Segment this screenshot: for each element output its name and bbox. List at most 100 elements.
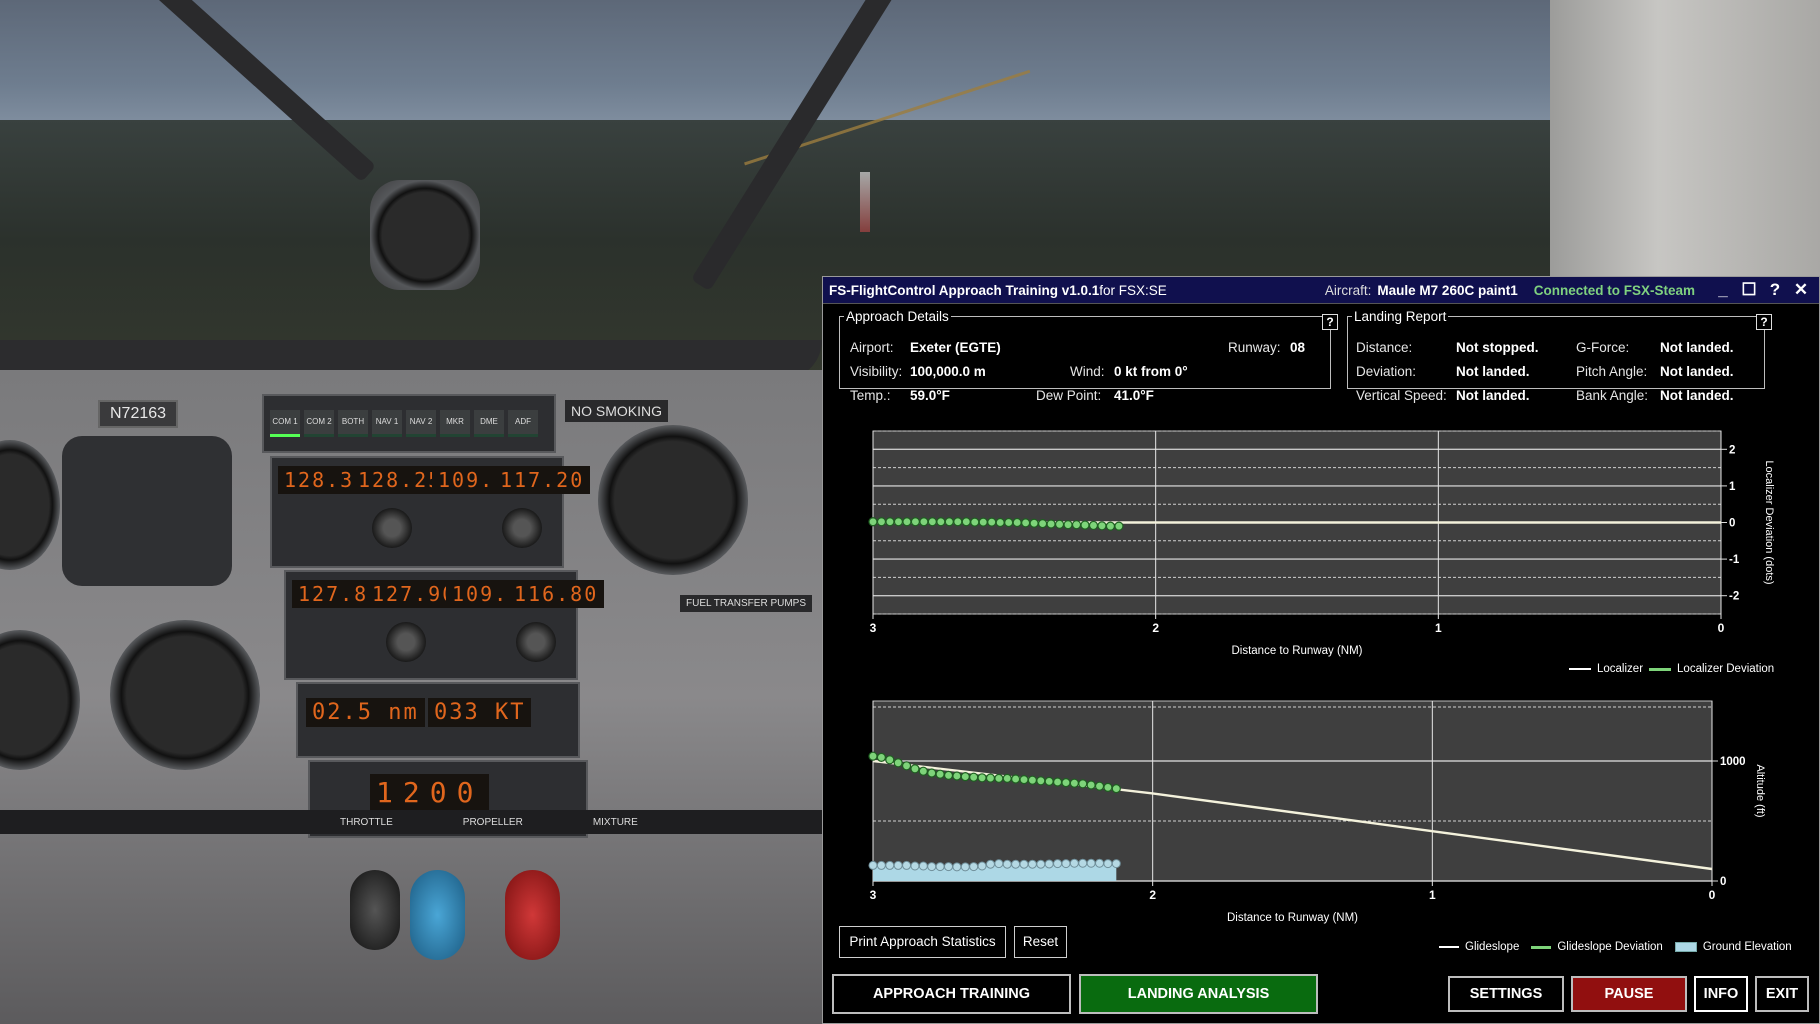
propeller-lever[interactable] — [410, 870, 465, 960]
landing-analysis-tab[interactable]: LANDING ANALYSIS — [1079, 974, 1318, 1014]
glideslope-deviation-legend-swatch — [1531, 945, 1552, 949]
cabin-pillar — [1550, 0, 1820, 300]
transponder-code: 1200 — [370, 774, 490, 811]
glideslope-deviation-point — [1002, 773, 1012, 783]
glideslope-deviation-point — [885, 755, 895, 765]
nav2-tuning-knob[interactable] — [516, 622, 556, 662]
ground-elevation-point — [1011, 859, 1021, 869]
localizer-deviation-legend-swatch — [1649, 667, 1672, 671]
glideslope-deviation-point — [1061, 778, 1071, 788]
audio-panel: COM 1 COM 2 BOTH NAV 1 NAV 2 MKR DME ADF — [262, 394, 556, 453]
ground-elevation-point — [977, 861, 987, 871]
audio-button-both[interactable]: BOTH — [338, 410, 368, 437]
ground-elevation-point — [1027, 859, 1037, 869]
mixture-lever[interactable] — [505, 870, 560, 960]
glideslope-deviation-point — [985, 773, 996, 783]
pause-button[interactable]: PAUSE — [1571, 976, 1687, 1012]
ground-elevation-point — [902, 860, 912, 870]
glideslope-deviation-point — [969, 772, 979, 782]
glideslope-deviation-point — [927, 768, 937, 778]
ground-elevation-point — [876, 860, 886, 870]
audio-button-nav-2[interactable]: NAV 2 — [406, 410, 436, 437]
glideslope-deviation-point — [1094, 781, 1105, 791]
glideslope-deviation-point — [977, 773, 987, 783]
ground-elevation-point — [1111, 859, 1121, 869]
glideslope-deviation-point — [910, 764, 920, 774]
ground-elevation-point — [1069, 858, 1079, 868]
glideslope-deviation-point — [1036, 776, 1046, 786]
audio-button-nav-1[interactable]: NAV 1 — [372, 410, 402, 437]
manifold-fuel-flow-gauge — [598, 425, 748, 575]
exit-button[interactable]: EXIT — [1755, 976, 1809, 1012]
x-tick-label: 2 — [1149, 888, 1156, 902]
info-button[interactable]: INFO — [1694, 976, 1748, 1012]
instrument-panel: N72163 NO SMOKING COM 1 COM 2 BOTH NAV 1 NAV… — [0, 370, 960, 1024]
localizer-legend: Localizer Localizer Deviation — [1569, 663, 1774, 675]
fuel-transfer-pumps-label: FUEL TRANSFER PUMPS — [680, 595, 813, 612]
com1-tuning-knob[interactable] — [372, 508, 412, 548]
ground-elevation-point — [1078, 858, 1088, 868]
glideslope-deviation-point — [1044, 776, 1054, 786]
glideslope-deviation-point — [952, 771, 962, 781]
glideslope-deviation-point — [1019, 775, 1029, 785]
nav1-tuning-knob[interactable] — [502, 508, 542, 548]
nav1-standby-freq: 117.20 — [494, 466, 591, 494]
y-tick-label: 0 — [1720, 876, 1726, 888]
audio-button-com-1[interactable]: COM 1 — [270, 410, 300, 437]
nav-com-2: 127.80 127.90 109.90 116.80 — [284, 570, 605, 680]
ground-elevation-point — [952, 862, 962, 872]
lever-placards: THROTTLE PROPELLER MIXTURE — [0, 810, 960, 834]
settings-button[interactable]: SETTINGS — [1448, 976, 1564, 1012]
x-tick-label: 0 — [1709, 888, 1716, 902]
ground-elevation-point — [944, 862, 954, 872]
audio-button-mkr[interactable]: MKR — [440, 410, 470, 437]
print-approach-statistics-button[interactable]: Print Approach Statistics — [839, 926, 1006, 958]
glideslope-deviation-point — [960, 772, 970, 782]
localizer-legend-label: Localizer — [1597, 663, 1644, 675]
ground-elevation-legend-swatch — [1674, 942, 1697, 952]
ground-elevation-point — [927, 862, 937, 872]
glideslope-deviation-point — [868, 751, 878, 761]
ground-elevation-point — [1061, 859, 1071, 869]
glideslope-deviation-point — [1069, 778, 1079, 788]
localizer-deviation-legend-label: Localizer Deviation — [1677, 663, 1775, 675]
glideslope-legend-label: Glideslope — [1465, 941, 1520, 953]
nav2-standby-freq: 116.80 — [508, 580, 605, 608]
ground-elevation-point — [868, 860, 878, 870]
glideslope-deviation-point — [1111, 784, 1121, 794]
ground-elevation-point — [885, 860, 895, 870]
ground-elevation-point — [1086, 858, 1096, 868]
glideslope-deviation-point — [1027, 775, 1038, 785]
airspeed-indicator — [0, 440, 60, 570]
audio-button-com-2[interactable]: COM 2 — [304, 410, 334, 437]
mixture-label: MIXTURE — [592, 816, 638, 828]
ground-elevation-legend-label: Ground Elevation — [1702, 941, 1792, 953]
throttle-label: THROTTLE — [340, 816, 393, 828]
ground-elevation-point — [1053, 859, 1063, 869]
localizer-legend-swatch — [1569, 668, 1591, 670]
glideslope-deviation-point — [935, 769, 945, 779]
audio-button-adf[interactable]: ADF — [508, 410, 538, 437]
ground-elevation-point — [1036, 859, 1046, 869]
x-axis-title: Distance to Runway (NM) — [1227, 912, 1358, 924]
vertical-speed-indicator — [0, 630, 80, 770]
ground-elevation-point — [960, 862, 970, 872]
reset-button[interactable]: Reset — [1014, 926, 1067, 958]
glideslope-deviation-point — [1011, 774, 1021, 784]
ground-elevation-point — [969, 862, 979, 872]
glideslope-chart-svg: 3 2 1 0 1000 0 Distance to Runway (NM) Altitude… — [868, 700, 1766, 924]
ground-elevation-point — [910, 861, 920, 871]
approach-training-tab[interactable]: APPROACH TRAINING — [832, 974, 1071, 1014]
throttle-lever[interactable] — [350, 870, 400, 950]
magnetic-compass — [370, 180, 480, 290]
glideslope-legend-swatch — [1439, 946, 1459, 948]
x-tick-label: 1 — [1429, 888, 1436, 902]
plot-area — [872, 700, 1713, 882]
audio-button-dme[interactable]: DME — [474, 410, 504, 437]
no-smoking-placard: NO SMOKING — [565, 400, 669, 422]
ground-elevation-point — [985, 859, 995, 869]
com2-tuning-knob[interactable] — [386, 622, 426, 662]
ground-elevation-point — [1095, 858, 1105, 868]
ground-elevation-point — [893, 860, 903, 870]
y-tick-label: 1000 — [1720, 756, 1746, 768]
